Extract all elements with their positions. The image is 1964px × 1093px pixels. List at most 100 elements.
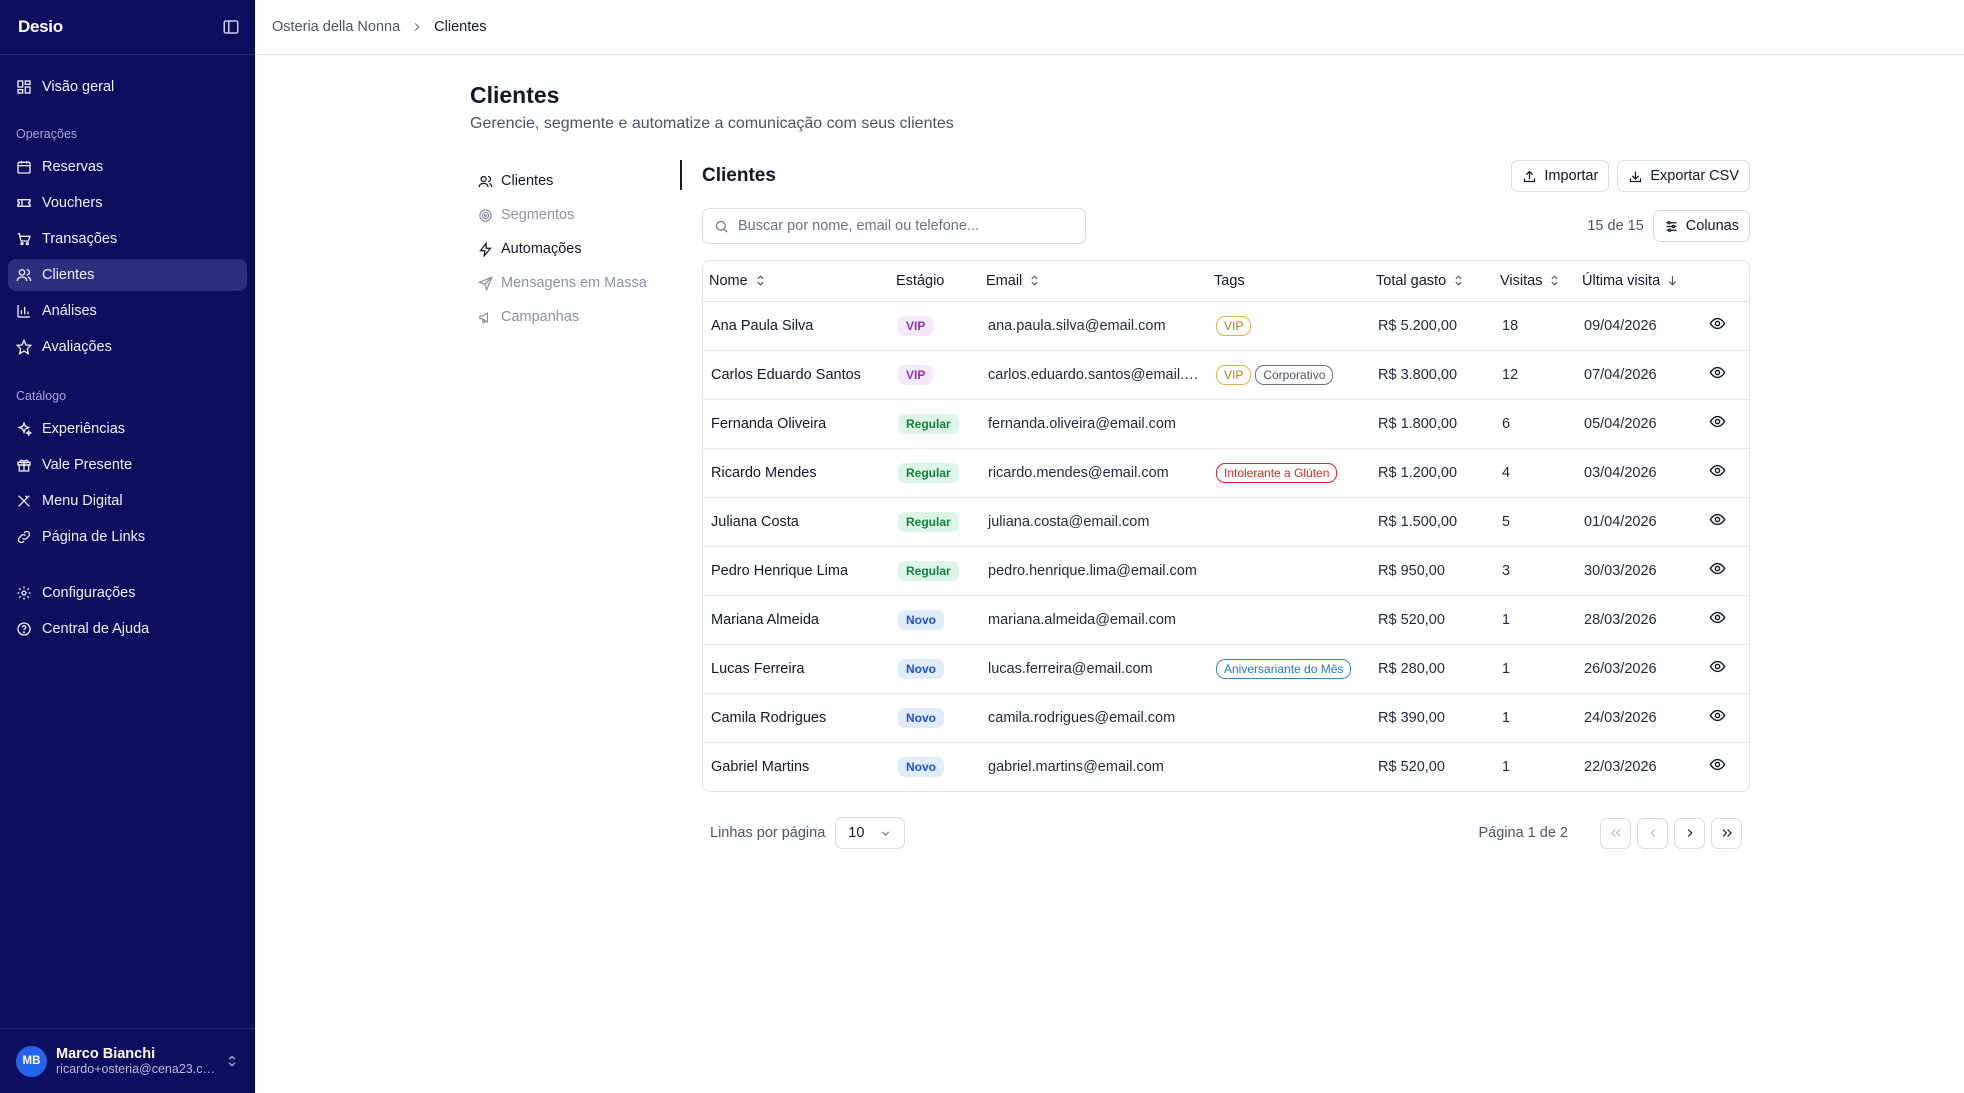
sidebar-item-experiencias[interactable]: Experiências	[8, 413, 247, 445]
column-header-name[interactable]: Nome	[703, 261, 890, 302]
client-name[interactable]: Lucas Ferreira	[703, 644, 890, 694]
stage-cell: VIP	[890, 301, 980, 351]
table-row[interactable]: Lucas Ferreira Novo lucas.ferreira@email.c…	[703, 644, 1749, 694]
view-client-button[interactable]	[1701, 546, 1749, 596]
chevron-down-icon	[882, 830, 890, 836]
import-button[interactable]: Importar	[1511, 160, 1610, 192]
previous-page-button[interactable]	[1637, 817, 1668, 849]
sidebar-item-label: Análises	[42, 303, 97, 319]
last-page-button[interactable]	[1711, 817, 1742, 849]
sidebar-item-avaliacoes[interactable]: Avaliações	[8, 331, 247, 363]
subnav-item-automacoes[interactable]: Automações	[478, 232, 683, 266]
sidebar-header: Desio	[0, 0, 255, 55]
sidebar-item-label: Vouchers	[42, 195, 103, 211]
chevron-right-icon	[415, 23, 420, 31]
client-name[interactable]: Ricardo Mendes	[703, 448, 890, 498]
table-row[interactable]: Fernanda Oliveira Regular fernanda.oliveir…	[703, 399, 1749, 449]
sidebar-item-menu-digital[interactable]: Menu Digital	[8, 485, 247, 517]
stage-badge: Regular	[898, 462, 959, 483]
column-header-label: Estágio	[896, 272, 945, 289]
next-page-button[interactable]	[1674, 817, 1705, 849]
client-email: mariana.almeida@email.com	[980, 595, 1208, 645]
sidebar-item-analises[interactable]: Análises	[8, 295, 247, 327]
dashboard-icon	[17, 80, 31, 94]
sidebar-item-central-de-ajuda[interactable]: Central de Ajuda	[8, 613, 247, 645]
sidebar-item-vouchers[interactable]: Vouchers	[8, 187, 247, 219]
column-header-total[interactable]: Total gasto	[1370, 261, 1494, 302]
table-row[interactable]: Juliana Costa Regular juliana.costa@email.…	[703, 497, 1749, 547]
column-header-last-visit[interactable]: Última visita	[1576, 261, 1701, 302]
sidebar-item-reservas[interactable]: Reservas	[8, 151, 247, 183]
tags-cell	[1208, 595, 1370, 645]
sidebar-item-visao-geral[interactable]: Visão geral	[8, 71, 247, 103]
last-visit: 03/04/2026	[1576, 448, 1701, 498]
table-row[interactable]: Ricardo Mendes Regular ricardo.mendes@emai…	[703, 448, 1749, 498]
column-header-email[interactable]: Email	[980, 261, 1208, 302]
export-csv-button[interactable]: Exportar CSV	[1617, 160, 1750, 192]
chevrons-right-icon	[1722, 829, 1732, 837]
columns-button[interactable]: Colunas	[1652, 210, 1750, 242]
view-client-button[interactable]	[1701, 693, 1749, 743]
view-client-button[interactable]	[1701, 301, 1749, 351]
client-name[interactable]: Juliana Costa	[703, 497, 890, 547]
search-box[interactable]	[702, 208, 1086, 244]
view-client-button[interactable]	[1701, 595, 1749, 645]
subnav-item-clientes[interactable]: Clientes	[478, 164, 683, 198]
column-header-visits[interactable]: Visitas	[1494, 261, 1576, 302]
stage-cell: Regular	[890, 399, 980, 449]
client-name[interactable]: Camila Rodrigues	[703, 693, 890, 743]
client-name[interactable]: Ana Paula Silva	[703, 301, 890, 351]
sidebar-toggle-icon[interactable]	[222, 18, 240, 36]
table-row[interactable]: Camila Rodrigues Novo camila.rodrigues@ema…	[703, 693, 1749, 743]
sidebar-item-label: Central de Ajuda	[42, 621, 150, 637]
view-client-button[interactable]	[1701, 644, 1749, 694]
table-row[interactable]: Ana Paula Silva VIP ana.paula.silva@email.…	[703, 301, 1749, 351]
subnav-label: Segmentos	[501, 207, 575, 223]
view-client-button[interactable]	[1701, 399, 1749, 449]
client-name[interactable]: Mariana Almeida	[703, 595, 890, 645]
stage-cell: Regular	[890, 546, 980, 596]
subnav-item-mensagens-em-massa[interactable]: Mensagens em Massa	[478, 266, 683, 300]
last-visit: 30/03/2026	[1576, 546, 1701, 596]
subnav-item-campanhas[interactable]: Campanhas	[478, 300, 683, 334]
total-spent: R$ 1.200,00	[1370, 448, 1494, 498]
stage-badge: VIP	[898, 315, 934, 336]
chevron-right-icon	[1687, 829, 1693, 837]
breadcrumb-parent[interactable]: Osteria della Nonna	[272, 19, 400, 35]
search-input[interactable]	[738, 218, 1068, 234]
column-header-label: Nome	[709, 272, 748, 289]
app-logo[interactable]: Desio	[18, 17, 63, 37]
client-name[interactable]: Fernanda Oliveira	[703, 399, 890, 449]
last-visit: 07/04/2026	[1576, 350, 1701, 400]
download-icon	[1630, 171, 1642, 182]
import-button-label: Importar	[1544, 168, 1599, 184]
first-page-button[interactable]	[1600, 817, 1631, 849]
chevron-left-icon	[1649, 829, 1655, 837]
stage-cell: Regular	[890, 497, 980, 547]
gift-icon	[17, 459, 31, 472]
page-subtitle: Gerencie, segmente e automatize a comuni…	[470, 115, 954, 132]
table-row[interactable]: Gabriel Martins Novo gabriel.martins@email…	[703, 742, 1749, 791]
table-row[interactable]: Carlos Eduardo Santos VIP carlos.eduardo.s…	[703, 350, 1749, 400]
sidebar-item-configuracoes[interactable]: Configurações	[8, 577, 247, 609]
client-name[interactable]: Pedro Henrique Lima	[703, 546, 890, 596]
total-spent: R$ 3.800,00	[1370, 350, 1494, 400]
column-header-label: Total gasto	[1376, 272, 1447, 289]
table-row[interactable]: Mariana Almeida Novo mariana.almeida@email…	[703, 595, 1749, 645]
rows-per-page-select[interactable]: 10	[835, 817, 906, 849]
client-name[interactable]: Carlos Eduardo Santos	[703, 350, 890, 400]
table-row[interactable]: Pedro Henrique Lima Regular pedro.henrique…	[703, 546, 1749, 596]
view-client-button[interactable]	[1701, 497, 1749, 547]
view-client-button[interactable]	[1701, 350, 1749, 400]
user-menu[interactable]: MB Marco Bianchi ricardo+osteria@cena23.…	[0, 1028, 255, 1093]
client-name[interactable]: Gabriel Martins	[703, 742, 890, 791]
sidebar-item-clientes[interactable]: Clientes	[8, 259, 247, 291]
sidebar-item-pagina-de-links[interactable]: Página de Links	[8, 521, 247, 553]
sidebar-item-transacoes[interactable]: Transações	[8, 223, 247, 255]
view-client-button[interactable]	[1701, 742, 1749, 791]
clients-panel: Clientes Importar Exportar CSV 15 de 15 …	[702, 158, 1750, 850]
subnav-item-segmentos[interactable]: Segmentos	[478, 198, 683, 232]
sliders-icon	[1666, 220, 1677, 232]
view-client-button[interactable]	[1701, 448, 1749, 498]
sidebar-item-vale-presente[interactable]: Vale Presente	[8, 449, 247, 481]
